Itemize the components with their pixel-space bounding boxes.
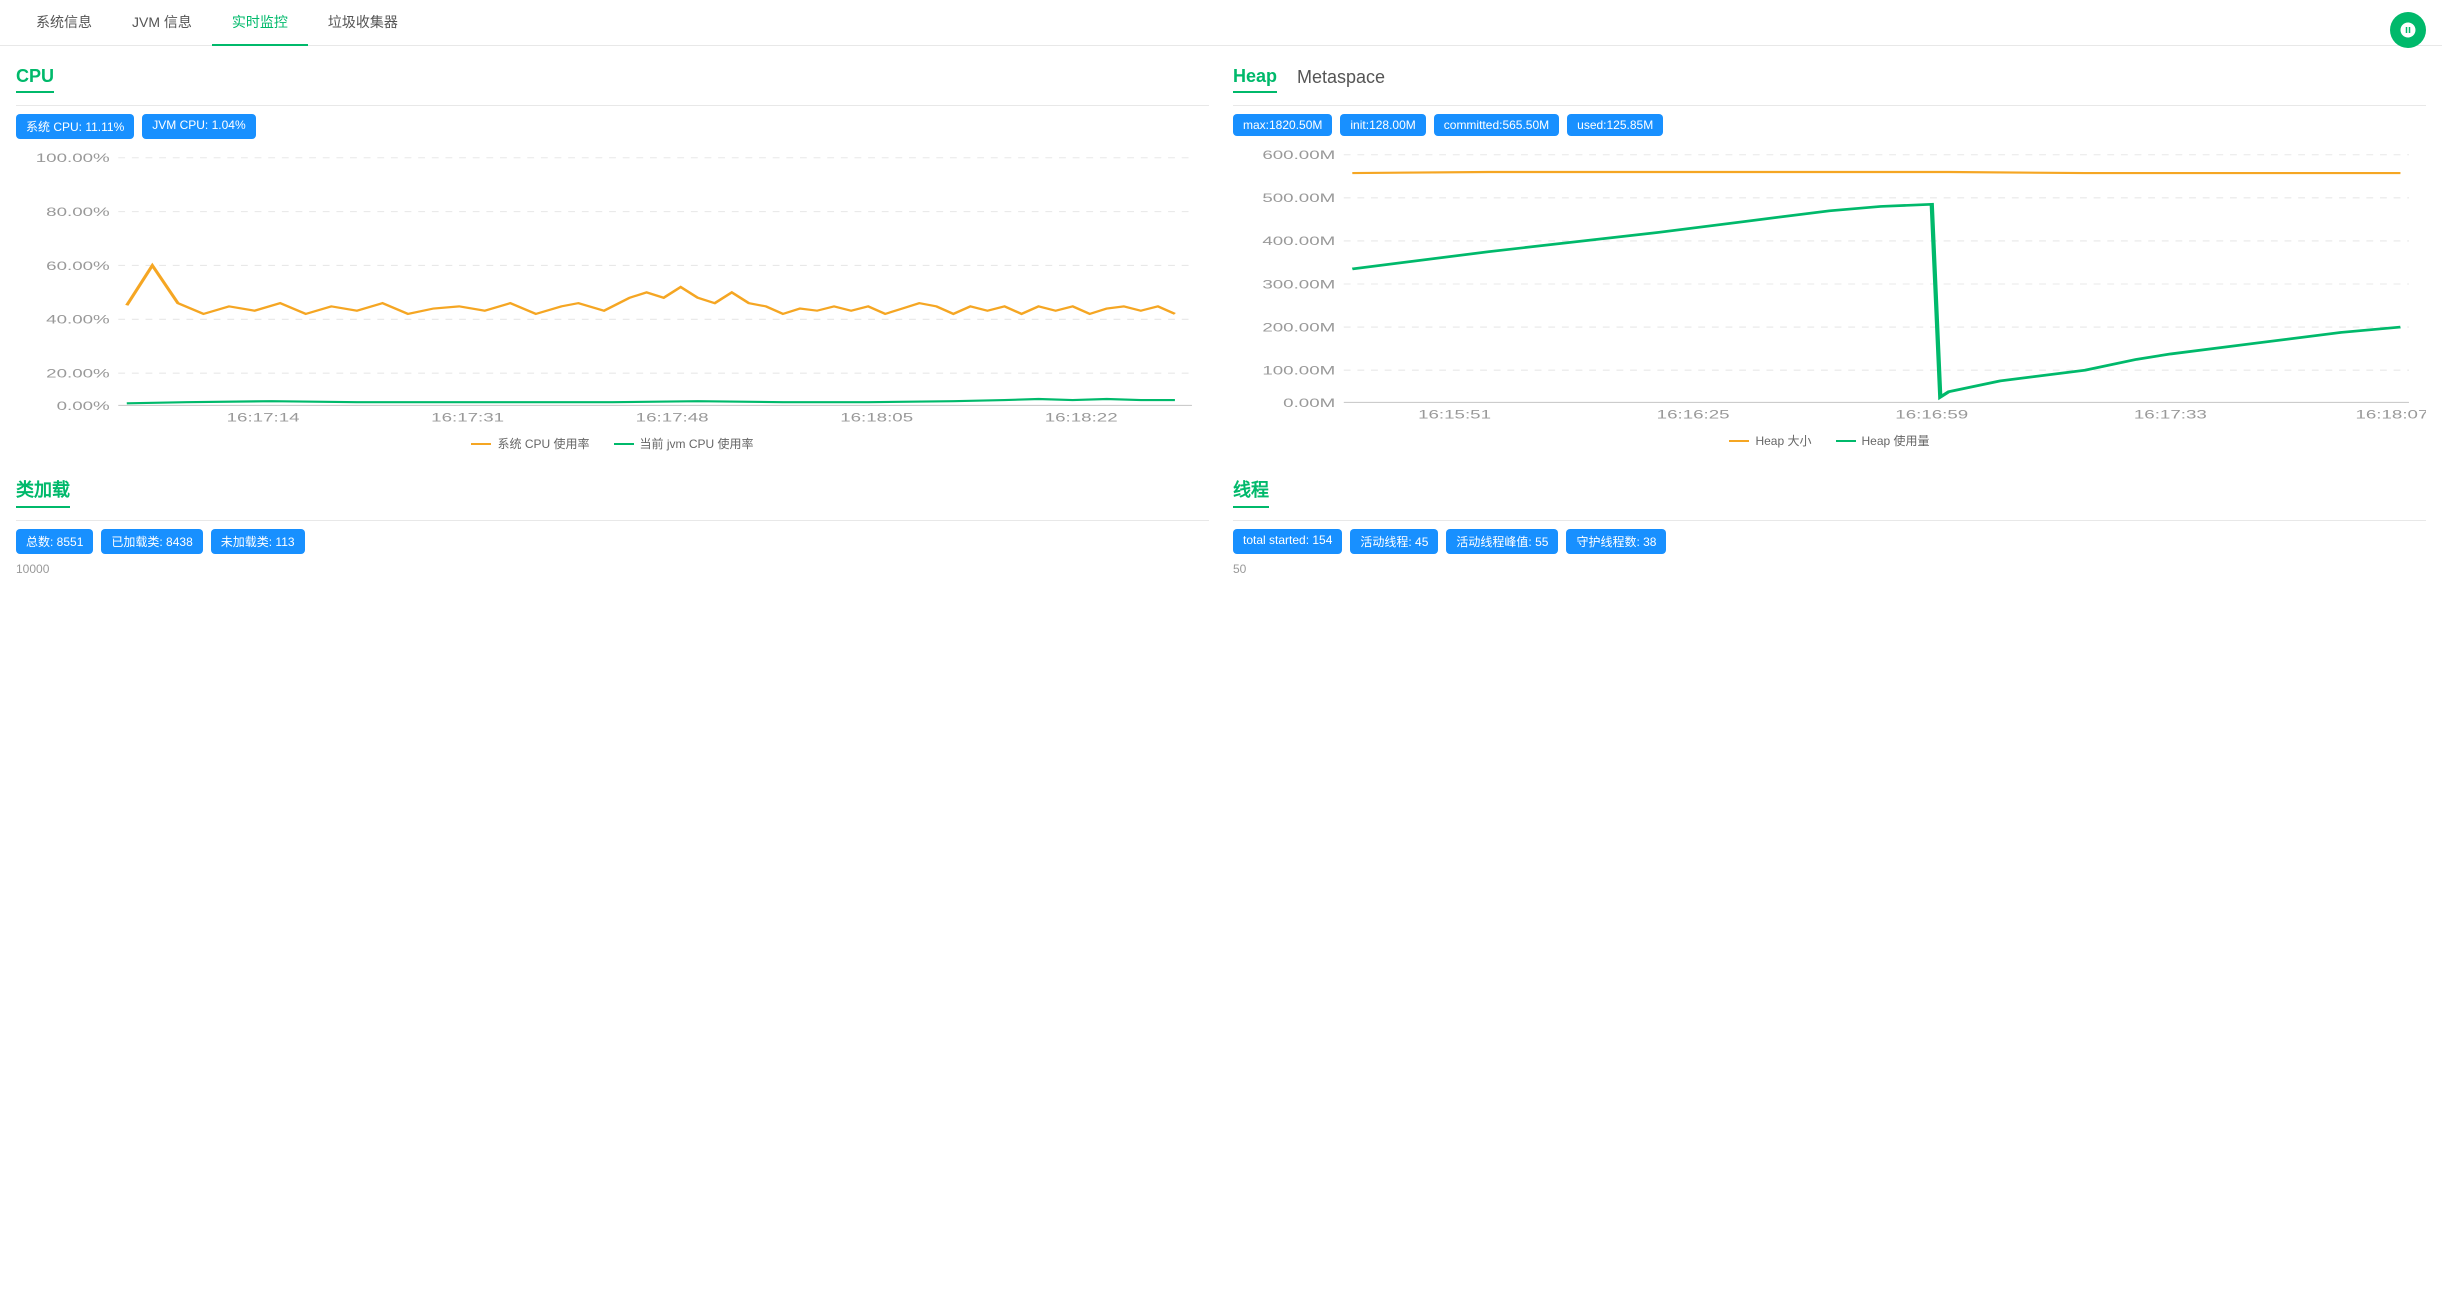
cpu-chart-container: 100.00% 80.00% 60.00% 40.00% 20.00% 0.00… [16,147,1209,427]
heap-legend-used: Heap 使用量 [1836,432,1930,449]
svg-text:16:17:31: 16:17:31 [431,412,504,425]
heap-init-badge: init:128.00M [1340,114,1425,136]
svg-text:400.00M: 400.00M [1262,235,1335,248]
cpu-jvm-badge: JVM CPU: 1.04% [142,114,255,139]
heap-header: Heap Metaspace [1233,66,2426,106]
heap-chart-container: 600.00M 500.00M 400.00M 300.00M 200.00M … [1233,144,2426,424]
class-load-title: 类加载 [16,476,70,508]
cpu-legend-system: 系统 CPU 使用率 [471,435,589,452]
svg-text:16:17:48: 16:17:48 [636,412,709,425]
tab-bar: 系统信息 JVM 信息 实时监控 垃圾收集器 [0,0,2442,46]
cpu-legend-system-label: 系统 CPU 使用率 [497,435,589,452]
svg-text:40.00%: 40.00% [46,314,110,327]
threads-badges: total started: 154 活动线程: 45 活动线程峰值: 55 守… [1233,529,2426,554]
heap-committed-badge: committed:565.50M [1434,114,1559,136]
svg-text:600.00M: 600.00M [1262,149,1335,162]
svg-text:300.00M: 300.00M [1262,278,1335,291]
cpu-panel: CPU 系统 CPU: 11.11% JVM CPU: 1.04% 100.00… [16,66,1209,452]
cpu-header: CPU [16,66,1209,106]
cpu-legend-jvm-label: 当前 jvm CPU 使用率 [640,435,754,452]
class-loaded-badge: 已加载类: 8438 [101,529,202,554]
tab-jvm-info[interactable]: JVM 信息 [112,0,212,46]
heap-chart: 600.00M 500.00M 400.00M 300.00M 200.00M … [1233,144,2426,424]
svg-text:500.00M: 500.00M [1262,192,1335,205]
rocket-button[interactable] [2390,12,2426,48]
class-load-panel: 类加载 总数: 8551 已加载类: 8438 未加载类: 113 10000 [16,476,1209,576]
cpu-badges: 系统 CPU: 11.11% JVM CPU: 1.04% [16,114,1209,139]
svg-text:16:16:25: 16:16:25 [1657,409,1730,422]
cpu-system-badge: 系统 CPU: 11.11% [16,114,134,139]
cpu-system-line [471,443,491,445]
threads-started-badge: total started: 154 [1233,529,1342,554]
svg-text:200.00M: 200.00M [1262,322,1335,335]
heap-legend-used-label: Heap 使用量 [1862,432,1930,449]
threads-title: 线程 [1233,476,1269,508]
threads-header: 线程 [1233,476,2426,521]
heap-title[interactable]: Heap [1233,66,1277,93]
heap-size-line [1729,440,1749,442]
cpu-title: CPU [16,66,54,93]
svg-text:16:17:14: 16:17:14 [227,412,300,425]
svg-text:16:18:05: 16:18:05 [840,412,913,425]
threads-panel: 线程 total started: 154 活动线程: 45 活动线程峰值: 5… [1233,476,2426,576]
svg-text:0.00%: 0.00% [57,400,110,413]
heap-legend: Heap 大小 Heap 使用量 [1233,432,2426,449]
threads-daemon-badge: 守护线程数: 38 [1566,529,1666,554]
svg-text:0.00M: 0.00M [1283,397,1335,410]
class-unloaded-badge: 未加载类: 113 [211,529,305,554]
cpu-legend-jvm: 当前 jvm CPU 使用率 [614,435,754,452]
threads-active-badge: 活动线程: 45 [1350,529,1438,554]
svg-text:16:17:33: 16:17:33 [2134,409,2207,422]
cpu-chart: 100.00% 80.00% 60.00% 40.00% 20.00% 0.00… [16,147,1209,427]
class-load-header: 类加载 [16,476,1209,521]
svg-text:16:15:51: 16:15:51 [1418,409,1491,422]
metaspace-title[interactable]: Metaspace [1297,67,1385,92]
tab-gc[interactable]: 垃圾收集器 [308,0,418,46]
heap-legend-size-label: Heap 大小 [1755,432,1811,449]
svg-text:60.00%: 60.00% [46,260,110,273]
svg-text:16:16:59: 16:16:59 [1895,409,1968,422]
class-y-start: 10000 [16,562,1209,576]
svg-text:100.00%: 100.00% [36,152,110,165]
cpu-legend: 系统 CPU 使用率 当前 jvm CPU 使用率 [16,435,1209,452]
svg-text:16:18:07: 16:18:07 [2355,409,2426,422]
heap-panel: Heap Metaspace max:1820.50M init:128.00M… [1233,66,2426,452]
rocket-icon [2399,21,2417,39]
svg-text:80.00%: 80.00% [46,206,110,219]
threads-peak-badge: 活动线程峰值: 55 [1446,529,1558,554]
svg-text:16:18:22: 16:18:22 [1045,412,1118,425]
svg-text:100.00M: 100.00M [1262,365,1335,378]
heap-used-line [1836,440,1856,442]
svg-text:20.00%: 20.00% [46,368,110,381]
heap-badges: max:1820.50M init:128.00M committed:565.… [1233,114,2426,136]
tab-realtime[interactable]: 实时监控 [212,0,308,46]
class-load-badges: 总数: 8551 已加载类: 8438 未加载类: 113 [16,529,1209,554]
heap-legend-size: Heap 大小 [1729,432,1811,449]
cpu-jvm-line [614,443,634,445]
class-total-badge: 总数: 8551 [16,529,93,554]
threads-y-start: 50 [1233,562,2426,576]
heap-used-badge: used:125.85M [1567,114,1663,136]
heap-max-badge: max:1820.50M [1233,114,1332,136]
tab-system-info[interactable]: 系统信息 [16,0,112,46]
